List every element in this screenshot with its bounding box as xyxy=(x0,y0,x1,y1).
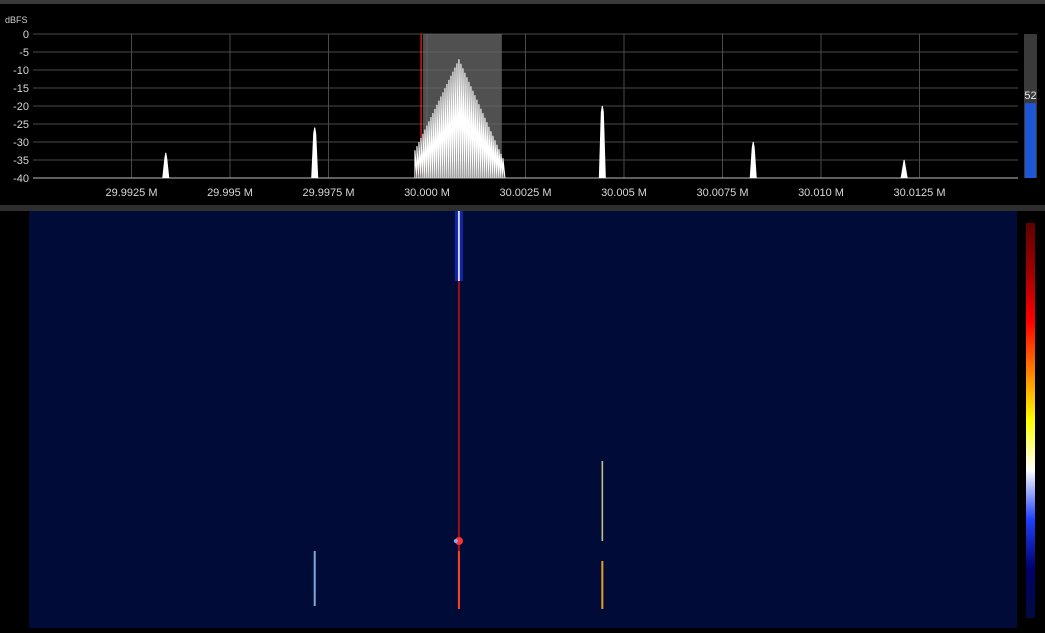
y-tick-label: -35 xyxy=(13,155,29,167)
spectrum-plot[interactable]: dBFS 0 -5 -10 -15 -20 -25 -30 -35 -40 29.9925 M 2… xyxy=(0,4,1045,205)
x-tick-label: 30.0025 M xyxy=(500,187,552,199)
y-axis-label: dBFS xyxy=(5,15,28,25)
y-tick-label: -30 xyxy=(13,137,29,149)
y-tick-label: -5 xyxy=(19,47,29,59)
y-tick-label: -40 xyxy=(13,173,29,185)
x-tick-label: 30.000 M xyxy=(404,187,450,199)
level-meter-value: 52 xyxy=(1024,90,1036,102)
x-tick-label: 30.005 M xyxy=(601,187,647,199)
y-tick-label: -25 xyxy=(13,119,29,131)
y-tick-label: -15 xyxy=(13,83,29,95)
spectrum-panel[interactable]: dBFS 0 -5 -10 -15 -20 -25 -30 -35 -40 29.9925 M 2… xyxy=(0,4,1045,205)
x-tick-label: 30.010 M xyxy=(798,187,844,199)
x-tick-label: 29.9975 M xyxy=(303,187,355,199)
x-tick-label: 30.0075 M xyxy=(697,187,749,199)
waterfall-panel[interactable] xyxy=(0,211,1045,628)
y-tick-label: 0 xyxy=(23,29,29,41)
y-tick-label: -20 xyxy=(13,101,29,113)
waterfall-background xyxy=(29,211,1017,628)
waterfall-signal-blob xyxy=(453,539,458,543)
x-tick-label: 29.995 M xyxy=(207,187,253,199)
colormap-bar xyxy=(1026,223,1035,618)
y-tick-label: -10 xyxy=(13,65,29,77)
waterfall-plot[interactable] xyxy=(0,211,1045,628)
level-meter-fill xyxy=(1025,103,1036,178)
x-tick-label: 30.0125 M xyxy=(894,187,946,199)
x-tick-label: 29.9925 M xyxy=(106,187,158,199)
